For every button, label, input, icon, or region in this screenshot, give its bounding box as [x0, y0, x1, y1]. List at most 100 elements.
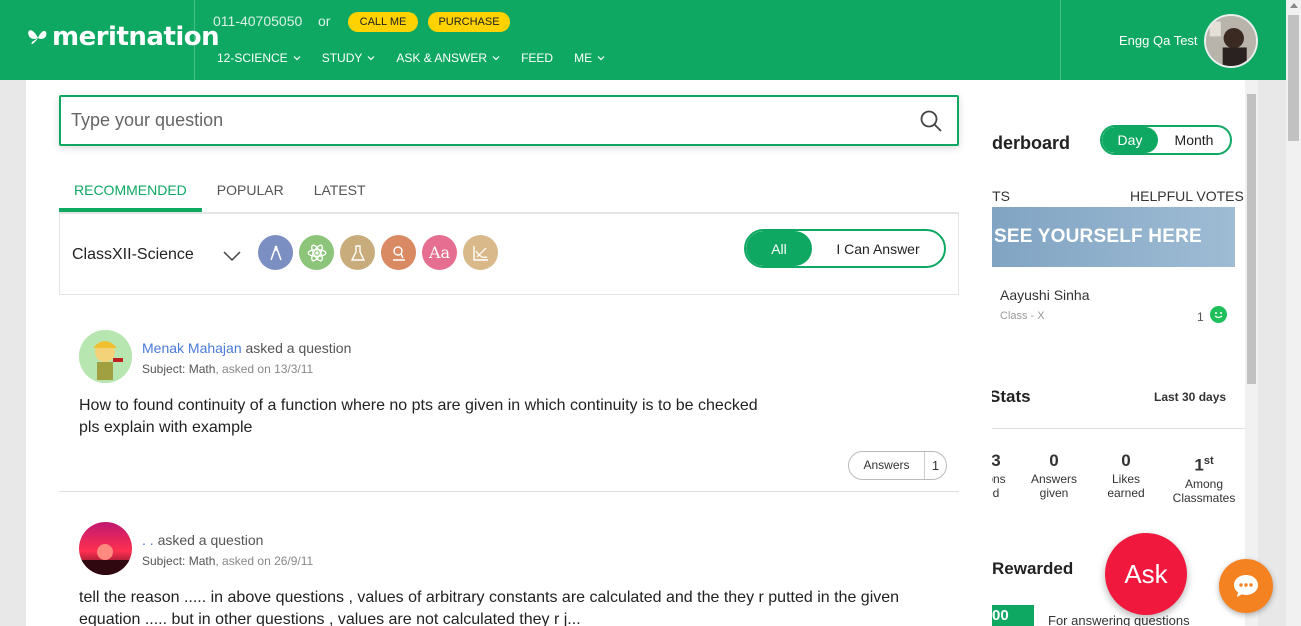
question-date: , asked on 13/3/11 [215, 362, 314, 376]
question-search-box [59, 95, 959, 146]
question-date: , asked on 26/9/11 [215, 554, 314, 568]
stat-label: Answers [1030, 472, 1077, 486]
user-name[interactable]: Engg Qa Test [1119, 33, 1198, 48]
see-yourself-banner: SEE YOURSELF HERE [992, 207, 1235, 267]
question-text-line: How to found continuity of a function wh… [79, 397, 758, 414]
question-text[interactable]: tell the reason ..... in above questions… [79, 587, 959, 626]
user-photo-icon [1206, 16, 1256, 66]
stat-label: earned [1107, 486, 1145, 500]
asker-name[interactable]: . . [142, 532, 154, 548]
nav-me[interactable]: ME [574, 51, 605, 65]
nav-feed[interactable]: FEED [521, 51, 553, 65]
main-nav: 12-SCIENCE STUDY ASK & ANSWER FEED ME [217, 51, 626, 65]
phone-number: 011-40705050 [213, 13, 303, 29]
nav-label: 12-SCIENCE [217, 51, 288, 65]
stat-rank-classmates: 1st Among Classmates [1169, 451, 1239, 505]
nav-12-science[interactable]: 12-SCIENCE [217, 51, 301, 65]
toggle-month[interactable]: Month [1158, 127, 1230, 153]
nav-ask-answer[interactable]: ASK & ANSWER [396, 51, 500, 65]
chevron-down-icon [293, 56, 301, 61]
biology-icon[interactable] [381, 235, 416, 270]
math-icon[interactable] [258, 235, 293, 270]
toggle-all[interactable]: All [746, 231, 812, 266]
stat-rank-suffix: st [1203, 455, 1214, 467]
class-select[interactable]: ClassXII-Science [72, 246, 194, 264]
header-divider [1060, 0, 1061, 80]
stat-value: 3 [992, 451, 1001, 470]
stat-label: Classmates [1172, 490, 1236, 505]
stat-value: 0 [1049, 451, 1059, 470]
question-action: asked a question [245, 340, 352, 356]
nav-label: ME [574, 51, 593, 65]
question-header: . . asked a question [142, 532, 263, 548]
stat-label: ons [992, 472, 1006, 486]
header-divider [194, 0, 195, 80]
logo[interactable]: meritnation [26, 22, 220, 52]
asker-name[interactable]: Menak Mahajan [142, 340, 242, 356]
scroll-up-arrow-icon[interactable] [1290, 3, 1298, 8]
question-tabs: RECOMMENDED POPULAR LATEST [59, 176, 381, 212]
nav-label: FEED [521, 51, 554, 65]
stat-answers-given: 0 Answers given [1028, 451, 1080, 500]
stat-value: 1st [1169, 451, 1239, 476]
question-input[interactable] [61, 110, 901, 131]
answers-button[interactable]: Answers 1 [848, 451, 947, 480]
user-avatar[interactable] [1204, 14, 1258, 68]
filter-bar: ClassXII-Science Aa All I Can Answer [59, 212, 959, 295]
stats-period: Last 30 days [1154, 390, 1227, 404]
stat-value: 0 [1121, 451, 1131, 470]
question-divider [59, 491, 959, 492]
physics-icon[interactable] [299, 235, 334, 270]
search-icon[interactable] [919, 109, 943, 133]
english-icon[interactable]: Aa [422, 235, 457, 270]
toggle-i-can-answer[interactable]: I Can Answer [812, 231, 944, 266]
leaderboard-student-name[interactable]: Aayushi Sinha [1000, 287, 1090, 303]
leaderboard-title: derboard [992, 133, 1071, 153]
banner-text: SEE YOURSELF HERE [994, 226, 1202, 247]
ask-button[interactable]: Ask [1105, 533, 1187, 615]
nav-study[interactable]: STUDY [322, 51, 376, 65]
butterfly-logo-icon [28, 30, 47, 45]
stat-label: d [992, 486, 1000, 500]
asker-avatar[interactable] [79, 522, 132, 575]
answer-filter-toggle: All I Can Answer [744, 229, 946, 268]
stat-rank-number: 1 [1194, 455, 1204, 475]
question-subject: Subject: Math [142, 554, 216, 568]
tab-popular[interactable]: POPULAR [202, 176, 299, 212]
panel-scroll-thumb[interactable] [1247, 94, 1256, 384]
nav-label: STUDY [321, 51, 363, 65]
panel-scrollbar[interactable] [1245, 80, 1258, 626]
question-subject: Subject: Math [142, 362, 216, 376]
question-meta: Subject: Math, asked on 13/3/11 [142, 362, 313, 376]
chat-icon [1234, 575, 1258, 597]
toggle-day[interactable]: Day [1102, 127, 1158, 153]
purchase-button[interactable]: PURCHASE [428, 12, 510, 32]
asker-avatar[interactable] [79, 330, 132, 383]
economics-icon[interactable] [463, 235, 498, 270]
leaderboard-votes: 1 [1197, 310, 1204, 324]
smiley-icon [1210, 306, 1227, 323]
leaderboard-col-votes: HELPFUL VOTES [1130, 188, 1244, 204]
question-text[interactable]: How to found continuity of a function wh… [79, 395, 899, 439]
tab-latest[interactable]: LATEST [299, 176, 381, 212]
reward-points: 00 [992, 605, 1034, 626]
leaderboard-student-class: Class - X [1000, 310, 1045, 322]
call-me-button[interactable]: CALL ME [348, 12, 418, 32]
tab-recommended[interactable]: RECOMMENDED [59, 176, 202, 212]
page-scroll-thumb[interactable] [1288, 15, 1299, 141]
question-text-line: tell the reason ..... in above questions… [79, 589, 900, 606]
stats-title: Stats [992, 387, 1031, 406]
stat-questions-asked: 3 ons d [992, 451, 1014, 500]
stat-likes-earned: 0 Likes earned [1100, 451, 1152, 500]
page-scrollbar[interactable] [1286, 0, 1301, 626]
question-meta: Subject: Math, asked on 26/9/11 [142, 554, 313, 568]
or-text: or [318, 13, 331, 29]
chevron-down-icon [492, 56, 500, 61]
chevron-down-icon[interactable] [223, 250, 241, 262]
rewarded-title: Rewarded [992, 559, 1074, 578]
stat-label: Among [1184, 476, 1224, 491]
chemistry-icon[interactable] [340, 235, 375, 270]
question-text-line: equation ..... but in other questions , … [79, 611, 581, 626]
top-navbar: meritnation 011-40705050 or CALL ME PURC… [0, 0, 1286, 80]
chat-button[interactable] [1219, 559, 1273, 613]
